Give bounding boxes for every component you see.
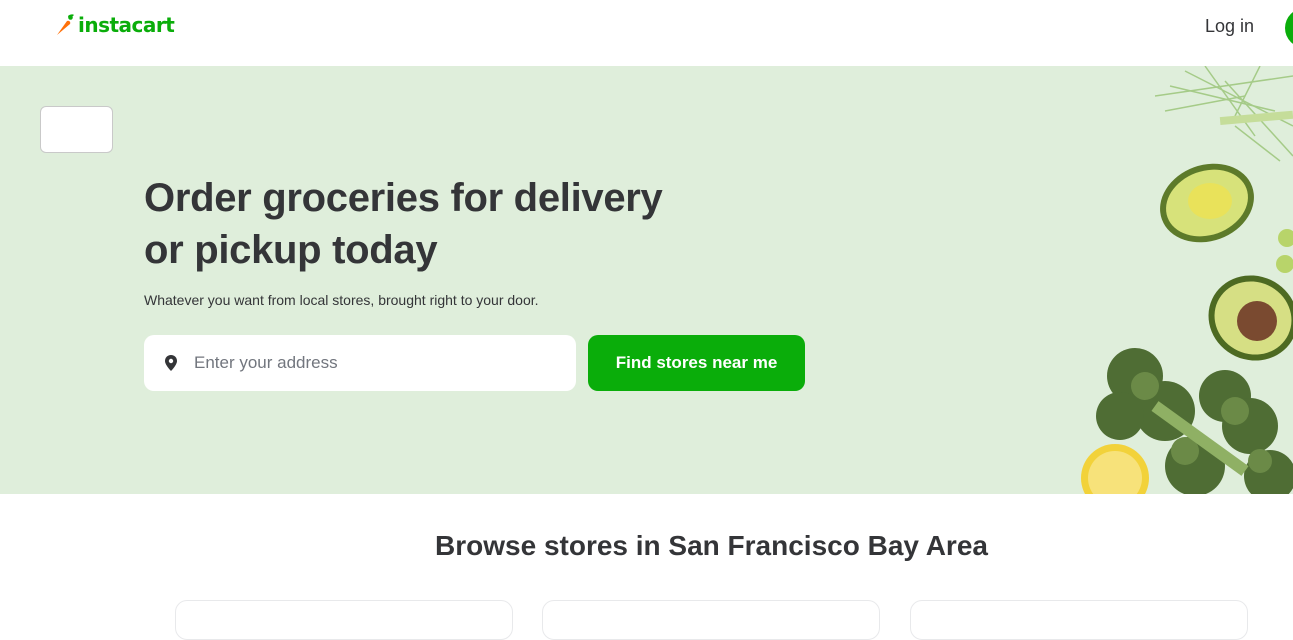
produce-illustration: [1081, 66, 1293, 494]
store-card[interactable]: [910, 600, 1248, 640]
hero-subheadline: Whatever you want from local stores, bro…: [144, 292, 539, 308]
instacart-logo[interactable]: instacart: [54, 12, 175, 38]
headline-line-2: or pickup today: [144, 228, 438, 272]
store-card[interactable]: [542, 600, 880, 640]
address-input[interactable]: [194, 343, 574, 383]
hero-badge: [40, 106, 113, 153]
location-pin-icon: [165, 355, 177, 371]
signup-button[interactable]: [1285, 8, 1293, 48]
carrot-logo-icon: [57, 14, 74, 35]
login-link[interactable]: Log in: [1205, 16, 1254, 37]
browse-stores-title: Browse stores in San Francisco Bay Area: [435, 530, 988, 561]
top-header: instacart Log in: [0, 0, 1293, 66]
headline-line-1: Order groceries for delivery: [144, 176, 663, 220]
page-title: Order groceries for delivery or pickup t…: [144, 172, 764, 276]
logo-text: instacart: [78, 13, 175, 37]
find-stores-button[interactable]: Find stores near me: [588, 335, 805, 391]
hero-banner: Order groceries for delivery or pickup t…: [0, 66, 1293, 494]
address-search-box[interactable]: [144, 335, 576, 391]
store-card[interactable]: [175, 600, 513, 640]
